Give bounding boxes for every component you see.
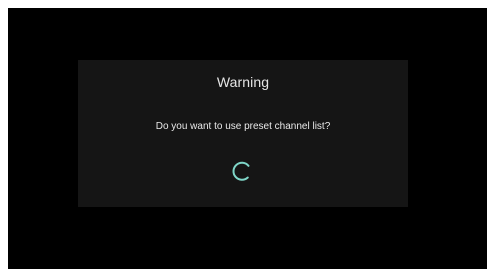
dialog-message: Do you want to use preset channel list? xyxy=(155,121,331,132)
warning-dialog: Warning Do you want to use preset channe… xyxy=(78,60,408,207)
tv-screen: Warning Do you want to use preset channe… xyxy=(8,8,487,269)
loading-spinner-icon xyxy=(230,159,254,183)
dialog-title: Warning xyxy=(216,74,270,90)
